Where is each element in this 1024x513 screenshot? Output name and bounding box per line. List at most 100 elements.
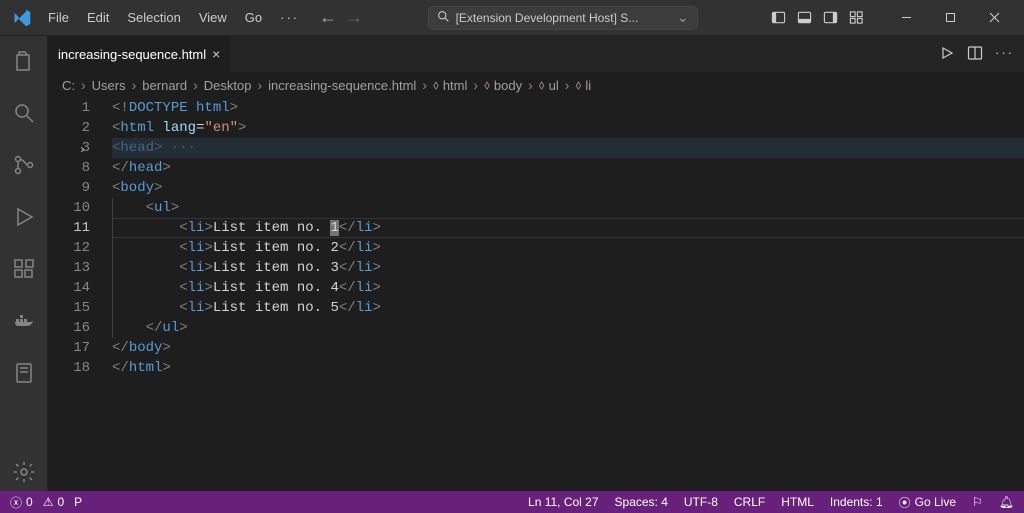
line-number[interactable]: 11: [48, 218, 90, 238]
search-icon[interactable]: [0, 94, 48, 132]
vscode-logo-icon: [8, 4, 36, 32]
menu-overflow-icon[interactable]: ···: [272, 6, 307, 29]
code-line[interactable]: <li>List item no. 2</li>: [112, 238, 1024, 258]
menu-edit[interactable]: Edit: [79, 6, 117, 29]
fold-chevron-icon[interactable]: ›: [79, 140, 86, 160]
menu-file[interactable]: File: [40, 6, 77, 29]
chevron-right-icon: ›: [422, 77, 427, 93]
code-line[interactable]: <body>: [112, 178, 1024, 198]
breadcrumb-symbol[interactable]: ⬨ul: [539, 77, 559, 93]
status-bell-icon[interactable]: 🔔︎: [999, 495, 1014, 509]
split-editor-icon[interactable]: [967, 45, 983, 64]
menu-go[interactable]: Go: [237, 6, 270, 29]
breadcrumb-segment[interactable]: Desktop: [204, 78, 252, 93]
toggle-primary-sidebar-icon[interactable]: [766, 6, 790, 30]
chevron-right-icon: ›: [257, 77, 262, 93]
breadcrumb-symbol[interactable]: ⬨li: [575, 77, 591, 93]
chevron-right-icon: ›: [193, 77, 198, 93]
status-golive[interactable]: ⦿Go Live: [899, 494, 956, 511]
line-number[interactable]: 3›: [48, 138, 90, 158]
breadcrumb-segment[interactable]: C:: [62, 78, 75, 93]
menu-view[interactable]: View: [191, 6, 235, 29]
line-number[interactable]: 17: [48, 338, 90, 358]
breadcrumbs[interactable]: C: › Users › bernard › Desktop › increasing-…: [48, 72, 1024, 98]
code-line[interactable]: <li>List item no. 3</li>: [112, 258, 1024, 278]
code-line[interactable]: <li>List item no. 4</li>: [112, 278, 1024, 298]
customize-layout-icon[interactable]: [844, 6, 868, 30]
command-center-text: [Extension Development Host] S...: [456, 11, 671, 25]
line-gutter: 1 2 3› 8 9 10 11 12 13 14 15 16 17 18: [48, 98, 112, 491]
broadcast-icon: ⦿: [899, 494, 911, 511]
line-number[interactable]: 9: [48, 178, 90, 198]
chevron-right-icon: ›: [528, 77, 533, 93]
code-content[interactable]: <!DOCTYPE html> <html lang="en"> <head> …: [112, 98, 1024, 491]
status-errors[interactable]: ⓧ0: [10, 494, 33, 511]
notebook-icon[interactable]: [0, 354, 48, 392]
breadcrumb-segment[interactable]: bernard: [142, 78, 187, 93]
maximize-button[interactable]: [928, 1, 972, 35]
line-number[interactable]: 1: [48, 98, 90, 118]
code-line[interactable]: <ul>: [112, 198, 1024, 218]
editor-tab[interactable]: increasing-sequence.html ×: [48, 36, 231, 72]
command-center-search[interactable]: [Extension Development Host] S... ⌄: [428, 6, 698, 30]
status-eol[interactable]: CRLF: [734, 495, 765, 509]
line-number[interactable]: 2: [48, 118, 90, 138]
status-warnings[interactable]: ⚠0: [43, 495, 64, 509]
extensions-icon[interactable]: [0, 250, 48, 288]
line-number[interactable]: 14: [48, 278, 90, 298]
code-line[interactable]: <head> ···: [112, 138, 1024, 158]
line-number[interactable]: 13: [48, 258, 90, 278]
layout-controls: [766, 6, 868, 30]
warning-icon: ⚠: [43, 495, 54, 509]
minimize-button[interactable]: [884, 1, 928, 35]
code-editor[interactable]: 1 2 3› 8 9 10 11 12 13 14 15 16 17 18 <!…: [48, 98, 1024, 491]
nav-forward-icon[interactable]: →: [345, 7, 363, 28]
code-line[interactable]: <li>List item no. 5</li>: [112, 298, 1024, 318]
editor-actions: ···: [939, 45, 1024, 64]
code-line[interactable]: </ul>: [112, 318, 1024, 338]
status-encoding[interactable]: UTF-8: [684, 495, 718, 509]
chevron-down-icon[interactable]: ⌄: [677, 9, 689, 26]
run-debug-icon[interactable]: [0, 198, 48, 236]
line-number[interactable]: 18: [48, 358, 90, 378]
line-number[interactable]: 15: [48, 298, 90, 318]
code-line[interactable]: </html>: [112, 358, 1024, 378]
breadcrumb-symbol[interactable]: ⬨body: [484, 77, 522, 93]
close-button[interactable]: [972, 1, 1016, 35]
code-line[interactable]: <!DOCTYPE html>: [112, 98, 1024, 118]
menu-selection[interactable]: Selection: [119, 6, 188, 29]
status-lncol[interactable]: Ln 11, Col 27: [528, 495, 599, 509]
explorer-icon[interactable]: [0, 42, 48, 80]
line-number[interactable]: 10: [48, 198, 90, 218]
editor-tabs: increasing-sequence.html × ···: [48, 36, 1024, 72]
docker-icon[interactable]: [0, 302, 48, 340]
symbol-icon: ⬨: [539, 77, 545, 93]
chevron-right-icon: ›: [81, 77, 86, 93]
nav-back-icon[interactable]: ←: [319, 7, 337, 28]
breadcrumb-segment[interactable]: Users: [92, 78, 126, 93]
breadcrumb-symbol[interactable]: ⬨html: [433, 77, 467, 93]
breadcrumb-segment[interactable]: increasing-sequence.html: [268, 78, 416, 93]
code-line[interactable]: </body>: [112, 338, 1024, 358]
more-actions-icon[interactable]: ···: [995, 45, 1014, 64]
code-line[interactable]: </head>: [112, 158, 1024, 178]
code-line[interactable]: <html lang="en">: [112, 118, 1024, 138]
tab-close-icon[interactable]: ×: [212, 46, 220, 62]
toggle-panel-icon[interactable]: [792, 6, 816, 30]
status-port[interactable]: P: [74, 495, 82, 509]
status-language[interactable]: HTML: [781, 495, 814, 509]
code-line[interactable]: <li>List item no. 1</li>: [112, 218, 1024, 238]
activity-bar: [0, 36, 48, 491]
line-number[interactable]: 12: [48, 238, 90, 258]
window-controls: [884, 1, 1016, 35]
line-number[interactable]: 8: [48, 158, 90, 178]
status-spaces[interactable]: Spaces: 4: [615, 495, 668, 509]
line-number[interactable]: 16: [48, 318, 90, 338]
symbol-icon: ⬨: [484, 77, 490, 93]
toggle-secondary-sidebar-icon[interactable]: [818, 6, 842, 30]
source-control-icon[interactable]: [0, 146, 48, 184]
status-feedback-icon[interactable]: ⚐: [972, 495, 983, 509]
run-icon[interactable]: [939, 45, 955, 64]
status-indents[interactable]: Indents: 1: [830, 495, 883, 509]
settings-gear-icon[interactable]: [0, 453, 48, 491]
